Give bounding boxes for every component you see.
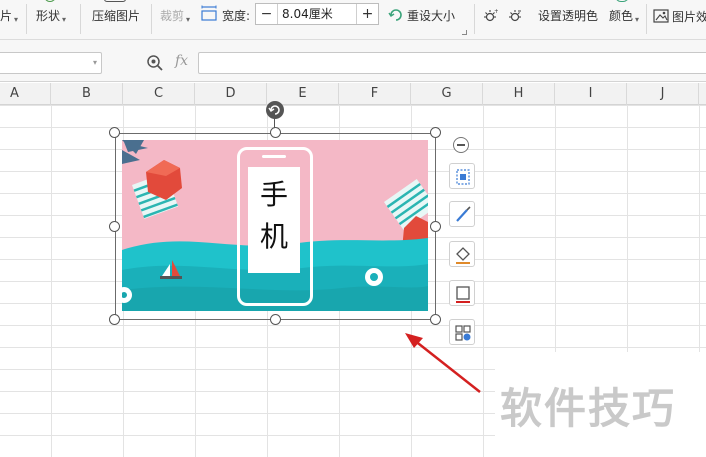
crop-label: 裁剪 bbox=[160, 9, 185, 23]
resize-handle-left[interactable] bbox=[109, 221, 120, 232]
toolbar-divider bbox=[26, 4, 27, 34]
collapse-float-toolbar-button[interactable] bbox=[453, 137, 469, 153]
width-icon bbox=[201, 5, 217, 21]
picture-style-button[interactable] bbox=[449, 201, 475, 227]
resize-handle-bottom[interactable] bbox=[270, 314, 281, 325]
width-increase-button[interactable]: + bbox=[356, 4, 378, 24]
fill-button[interactable] bbox=[449, 241, 475, 267]
chevron-down-icon: ▾ bbox=[186, 15, 191, 24]
shape-button[interactable]: 形状 ▾ bbox=[36, 0, 66, 36]
brightness-down-button[interactable] bbox=[507, 8, 523, 24]
column-header[interactable]: B bbox=[51, 83, 123, 105]
chevron-down-icon: ▾ bbox=[62, 15, 67, 24]
zoom-icon[interactable] bbox=[146, 54, 164, 72]
resize-handle-bottom-left[interactable] bbox=[109, 314, 120, 325]
compress-picture-button[interactable]: 压缩图片 bbox=[92, 0, 140, 36]
formula-bar: ▾ fx bbox=[0, 40, 706, 82]
column-header[interactable]: H bbox=[483, 83, 555, 105]
reset-size-label: 重设大小 bbox=[407, 8, 456, 23]
toolbar-divider bbox=[151, 4, 152, 34]
partial-left-label: 片 bbox=[0, 9, 13, 23]
group-expand-icon[interactable] bbox=[462, 30, 467, 35]
brightness-up-button[interactable]: + bbox=[482, 8, 499, 24]
resize-handle-right[interactable] bbox=[430, 221, 441, 232]
resize-handle-bottom-right[interactable] bbox=[430, 314, 441, 325]
column-header[interactable]: J bbox=[627, 83, 699, 105]
partial-left-button[interactable]: 片 ▾ bbox=[0, 0, 18, 36]
more-picture-tools-button[interactable] bbox=[449, 319, 475, 345]
shape-label: 形状 bbox=[36, 9, 61, 23]
column-header[interactable]: C bbox=[123, 83, 195, 105]
picture-effect-button[interactable]: 图片效 bbox=[653, 7, 706, 25]
compress-icon bbox=[104, 0, 126, 2]
width-stepper[interactable]: − 8.04厘米 + bbox=[255, 3, 379, 25]
width-decrease-button[interactable]: − bbox=[256, 4, 278, 24]
toolbar-divider bbox=[474, 4, 475, 34]
svg-text:+: + bbox=[494, 8, 498, 15]
column-header[interactable]: G bbox=[411, 83, 483, 105]
shape-icon bbox=[44, 0, 56, 2]
toolbar-divider bbox=[646, 4, 647, 34]
color-label: 颜色 bbox=[609, 9, 634, 23]
selection-frame bbox=[115, 133, 436, 320]
set-transparent-label: 设置透明色 bbox=[538, 9, 599, 23]
column-header-row: A B C D E F G H I J bbox=[0, 83, 706, 105]
crop-button[interactable]: 裁剪 ▾ bbox=[160, 0, 190, 36]
toolbar-divider bbox=[80, 4, 81, 34]
fx-icon[interactable]: fx bbox=[175, 53, 188, 69]
crop-brush-icon bbox=[456, 206, 471, 222]
column-header[interactable]: D bbox=[195, 83, 267, 105]
column-header[interactable]: F bbox=[339, 83, 411, 105]
reset-size-button[interactable]: 重设大小 bbox=[388, 5, 455, 25]
layout-options-button[interactable] bbox=[449, 163, 475, 189]
color-button[interactable]: 颜色 ▾ bbox=[609, 0, 639, 36]
resize-handle-top-right[interactable] bbox=[430, 127, 441, 138]
watermark-text: 软件技巧 bbox=[500, 384, 677, 433]
picture-tools-ribbon: 片 ▾ 形状 ▾ 压缩图片 裁剪 ▾ 宽度: − 8.04厘米 + 重设大小 + 设置… bbox=[0, 0, 706, 40]
fill-icon bbox=[456, 247, 470, 264]
set-transparent-color-button[interactable]: 设置透明色 bbox=[538, 0, 598, 36]
name-box[interactable]: ▾ bbox=[0, 52, 102, 74]
layout-options-icon bbox=[456, 169, 470, 185]
chevron-down-icon: ▾ bbox=[14, 15, 19, 24]
picture-effect-label: 图片效 bbox=[672, 9, 706, 24]
formula-input[interactable] bbox=[198, 52, 706, 74]
border-button[interactable] bbox=[449, 280, 475, 306]
color-icon bbox=[615, 0, 629, 2]
chevron-down-icon: ▾ bbox=[635, 15, 640, 24]
width-input[interactable]: 8.04厘米 bbox=[278, 4, 356, 24]
compress-label: 压缩图片 bbox=[92, 9, 141, 23]
chevron-down-icon[interactable]: ▾ bbox=[93, 58, 97, 67]
width-label: 宽度: bbox=[222, 9, 251, 23]
border-icon bbox=[456, 286, 470, 303]
resize-handle-top[interactable] bbox=[270, 127, 281, 138]
more-picture-tools-icon bbox=[455, 325, 471, 341]
reset-size-icon bbox=[388, 7, 404, 23]
column-header[interactable]: A bbox=[0, 83, 51, 105]
picture-effect-icon bbox=[653, 9, 669, 23]
rotate-handle[interactable] bbox=[266, 101, 284, 119]
resize-handle-top-left[interactable] bbox=[109, 127, 120, 138]
column-header[interactable]: I bbox=[555, 83, 627, 105]
